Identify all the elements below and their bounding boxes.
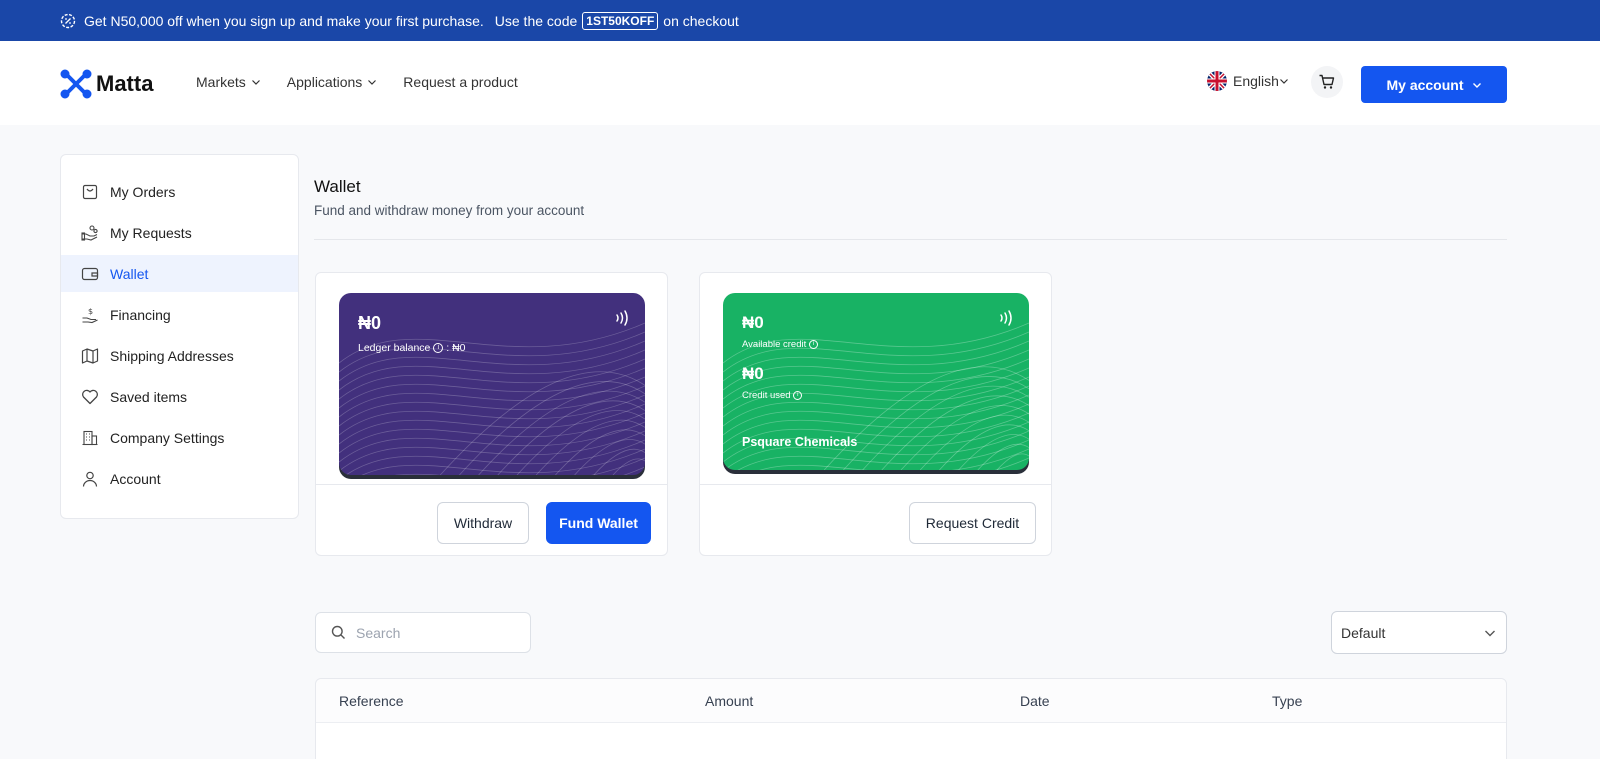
available-credit: Available credit i — [742, 339, 818, 350]
contactless-icon — [1000, 310, 1012, 326]
sidebar-item-label: Account — [110, 470, 161, 487]
promo-use-text: Use the code — [494, 12, 578, 29]
svg-text:$: $ — [88, 307, 93, 316]
chevron-down-icon — [368, 80, 377, 85]
balance-card-panel: ₦0 Ledger balance i : ₦0 Withdraw Fund W… — [315, 272, 668, 556]
nav-request-product[interactable]: Request a product — [403, 74, 517, 90]
sidebar-item-account[interactable]: Account — [61, 460, 298, 497]
sort-select[interactable]: Default — [1331, 611, 1507, 654]
withdraw-button[interactable]: Withdraw — [437, 502, 529, 544]
fund-wallet-button[interactable]: Fund Wallet — [546, 502, 651, 544]
ledger-balance-label: Ledger balance — [358, 342, 431, 354]
sidebar-item-label: Wallet — [110, 265, 149, 282]
page-title: Wallet — [314, 177, 361, 196]
sidebar-item-financing[interactable]: $ Financing — [61, 296, 298, 333]
sidebar-item-wallet[interactable]: Wallet — [61, 255, 298, 292]
column-header-type: Type — [1272, 693, 1303, 709]
chevron-down-icon — [1279, 79, 1288, 84]
nav-request-product-label: Request a product — [403, 74, 518, 90]
sidebar-item-label: Company Settings — [110, 429, 225, 446]
language-selector[interactable]: English — [1207, 71, 1289, 91]
chevron-down-icon — [251, 80, 260, 85]
sidebar-item-label: My Orders — [110, 183, 176, 200]
page-subtitle: Fund and withdraw money from your accoun… — [314, 203, 585, 218]
balance-card: ₦0 Ledger balance i : ₦0 — [339, 293, 645, 475]
promo-code: 1ST50KOFF — [582, 11, 659, 30]
promo-after-text: on checkout — [663, 12, 739, 29]
contactless-icon — [616, 310, 628, 326]
nav-applications[interactable]: Applications — [287, 74, 378, 90]
chevron-down-icon — [1485, 630, 1495, 636]
my-account-label: My account — [1386, 76, 1464, 93]
credit-used: Credit used i — [742, 390, 803, 401]
available-credit-amount: ₦0 — [742, 313, 764, 332]
header: Matta Markets Applications Request a pro… — [0, 41, 1600, 125]
available-credit-label: Available credit — [742, 339, 807, 350]
cart-icon — [1319, 74, 1335, 89]
search-input[interactable] — [356, 624, 516, 641]
chevron-down-icon — [1472, 82, 1481, 88]
sort-selected-value: Default — [1341, 624, 1386, 641]
panel-divider — [316, 484, 667, 485]
search-box[interactable] — [315, 612, 531, 653]
search-icon — [331, 625, 345, 639]
nav-applications-label: Applications — [286, 74, 363, 90]
sidebar-item-label: Shipping Addresses — [110, 347, 234, 364]
transactions-table: Reference Amount Date Type — [315, 678, 1507, 759]
sidebar-item-label: Financing — [110, 306, 171, 323]
map-icon — [81, 347, 99, 364]
heart-icon — [82, 389, 98, 404]
nav-markets-label: Markets — [196, 74, 246, 90]
ledger-balance: Ledger balance i : ₦0 — [358, 342, 466, 354]
sidebar-item-company-settings[interactable]: Company Settings — [61, 419, 298, 456]
wallet-icon — [81, 267, 99, 280]
credit-card: ₦0 Available credit i ₦0 Credit used i P… — [723, 293, 1029, 470]
promo-banner: Get N50,000 off when you sign up and mak… — [0, 0, 1600, 41]
user-icon — [82, 471, 98, 487]
logo-text: Matta — [96, 71, 154, 96]
credit-used-label: Credit used — [742, 390, 791, 401]
uk-flag-icon — [1207, 71, 1227, 91]
table-header: Reference Amount Date Type — [316, 679, 1506, 723]
ledger-balance-value: : ₦0 — [446, 342, 466, 354]
my-account-button[interactable]: My account — [1361, 66, 1507, 103]
sidebar-item-my-requests[interactable]: My Requests — [61, 214, 298, 251]
info-icon[interactable]: i — [433, 343, 444, 354]
info-icon[interactable]: i — [808, 339, 818, 349]
column-header-date: Date — [1020, 693, 1050, 709]
cart-button[interactable] — [1311, 66, 1343, 98]
credit-card-panel: ₦0 Available credit i ₦0 Credit used i P… — [699, 272, 1052, 556]
column-header-reference: Reference — [339, 693, 404, 709]
credit-used-amount: ₦0 — [742, 364, 764, 383]
wallet-balance-amount: ₦0 — [358, 313, 382, 333]
language-label: English — [1233, 73, 1279, 89]
company-name: Psquare Chemicals — [742, 435, 858, 449]
badge-percent-icon — [60, 13, 76, 28]
column-header-amount: Amount — [705, 693, 754, 709]
wave-pattern — [339, 322, 645, 475]
hand-coins-icon — [81, 224, 98, 241]
divider — [314, 239, 1507, 240]
account-sidebar: My Orders My Requests Wallet $ Financing… — [60, 154, 299, 519]
sidebar-item-shipping-addresses[interactable]: Shipping Addresses — [61, 337, 298, 374]
sidebar-item-label: Saved items — [110, 388, 188, 405]
logo[interactable]: Matta — [60, 69, 153, 99]
request-credit-button[interactable]: Request Credit — [909, 502, 1036, 544]
shopping-bag-icon — [82, 184, 98, 199]
nav-markets[interactable]: Markets — [196, 74, 261, 90]
building-icon — [82, 430, 98, 445]
hand-dollar-icon: $ — [82, 307, 98, 323]
sidebar-item-my-orders[interactable]: My Orders — [61, 173, 298, 210]
sidebar-item-label: My Requests — [110, 224, 192, 241]
sidebar-item-saved-items[interactable]: Saved items — [61, 378, 298, 415]
main-nav: Markets Applications Request a product — [196, 74, 518, 90]
matta-logo-icon — [60, 69, 92, 99]
promo-text: Get N50,000 off when you sign up and mak… — [84, 12, 484, 29]
info-icon[interactable]: i — [793, 390, 803, 400]
panel-divider — [700, 484, 1051, 485]
